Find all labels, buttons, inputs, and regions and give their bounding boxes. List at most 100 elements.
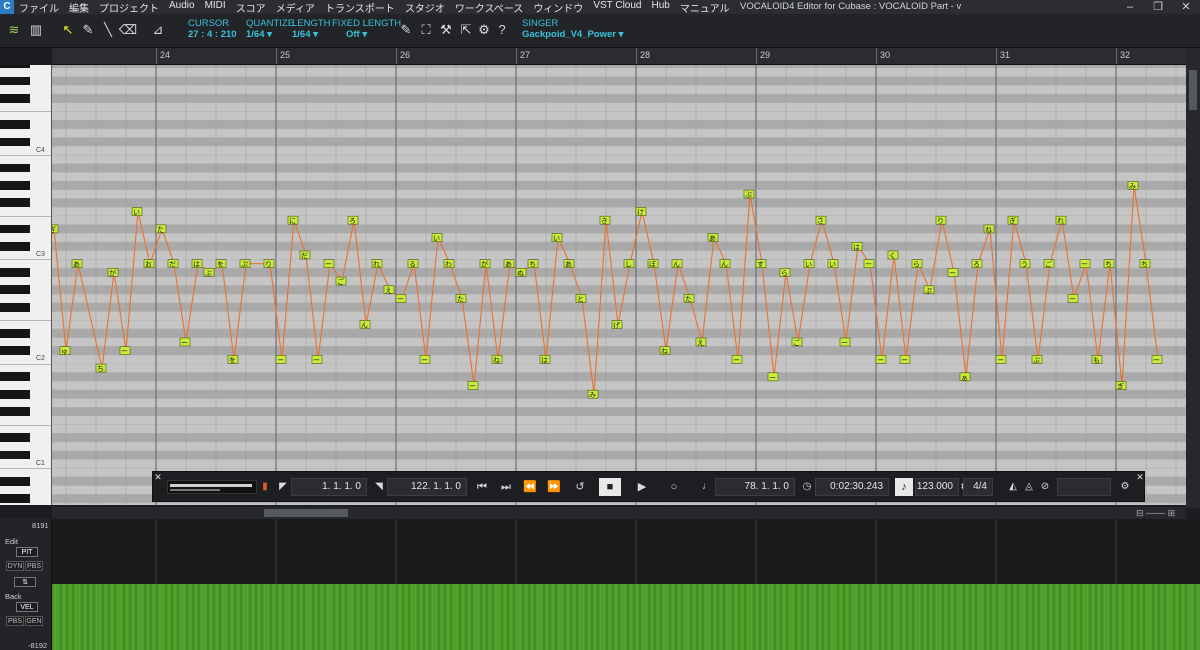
go-to-end-icon[interactable]: ⏭ <box>495 478 517 496</box>
note[interactable]: い <box>551 233 563 243</box>
black-key[interactable] <box>0 241 30 251</box>
horizontal-scroll-thumb[interactable] <box>264 509 348 517</box>
note[interactable]: を <box>227 355 239 364</box>
note[interactable]: る <box>407 259 419 269</box>
menu-item[interactable]: Hub <box>647 0 675 15</box>
transport-close-left-icon[interactable]: ✕ <box>153 472 163 482</box>
note[interactable]: と <box>575 294 587 304</box>
note[interactable]: ー <box>839 337 851 347</box>
note[interactable]: を <box>215 259 227 269</box>
go-to-start-icon[interactable]: ⏮ <box>471 478 493 496</box>
fast-forward-icon[interactable]: ⏩ <box>543 478 565 496</box>
note[interactable]: ー <box>323 259 335 269</box>
note[interactable]: ん <box>671 259 683 269</box>
menu-item[interactable]: ウィンドウ <box>528 0 588 15</box>
black-key[interactable] <box>0 285 30 295</box>
black-key[interactable] <box>0 137 30 147</box>
note[interactable]: ー <box>995 355 1007 364</box>
export-icon[interactable]: ⇱ <box>456 20 476 40</box>
close-icon[interactable]: ✕ <box>1172 0 1200 14</box>
note[interactable]: が <box>107 268 119 277</box>
black-key[interactable] <box>0 181 30 190</box>
note[interactable]: ぶ <box>1031 355 1043 364</box>
fixed-length-value[interactable]: Off ▾ <box>332 29 401 40</box>
black-key[interactable] <box>0 76 30 86</box>
stop-icon[interactable]: ■ <box>599 478 621 496</box>
note[interactable]: ん <box>719 259 731 269</box>
rewind-icon[interactable]: ⏪ <box>519 478 541 496</box>
tempo-field[interactable]: 123.000 <box>915 478 959 496</box>
menu-item[interactable]: プロジェクト <box>94 0 164 15</box>
note[interactable]: え <box>695 337 707 347</box>
note[interactable]: た <box>155 224 167 234</box>
note[interactable]: ろ <box>347 215 359 225</box>
hammer-icon[interactable]: ⚒ <box>436 20 456 40</box>
menu-item[interactable]: ファイル <box>14 0 64 15</box>
signature-field[interactable]: 4/4 <box>963 478 993 496</box>
bar-ruler[interactable]: 24 25 26 27 28 29 30 31 32 <box>52 48 1186 65</box>
note[interactable]: は <box>851 242 863 251</box>
black-key[interactable] <box>0 94 30 103</box>
menu-item[interactable]: スコア <box>231 0 271 15</box>
note[interactable]: ね <box>983 224 995 234</box>
note[interactable]: ー <box>899 355 911 364</box>
note[interactable]: ー <box>119 346 131 356</box>
menu-item[interactable]: VST Cloud <box>588 0 646 15</box>
note[interactable]: く <box>887 250 899 260</box>
singer-value[interactable]: Gackpoid_V4_Power ▾ <box>522 29 623 40</box>
black-key[interactable] <box>0 346 30 356</box>
transport-gear-icon[interactable]: ⚙ <box>1117 478 1133 496</box>
menu-item[interactable]: メディア <box>271 0 320 15</box>
note[interactable]: ー <box>395 294 407 304</box>
note[interactable]: さ <box>815 215 827 225</box>
vertical-scroll-thumb[interactable] <box>1189 70 1197 110</box>
note[interactable]: ぎ <box>1007 215 1019 225</box>
lane-canvas[interactable] <box>52 519 1200 650</box>
back-param-select[interactable]: VEL <box>16 602 38 612</box>
note[interactable]: ご <box>1043 259 1055 269</box>
black-key[interactable] <box>0 433 30 443</box>
gen-button[interactable]: GEN <box>25 616 43 626</box>
menu-item[interactable]: 編集 <box>64 0 94 15</box>
left-locator-field[interactable]: 1. 1. 1. 0 <box>291 478 367 496</box>
note[interactable]: ー <box>1067 294 1079 304</box>
note[interactable]: あ <box>71 259 83 269</box>
note[interactable]: ー <box>467 381 479 391</box>
note[interactable]: れ <box>371 259 383 269</box>
note[interactable]: だ <box>299 250 311 260</box>
note[interactable]: ん <box>359 320 371 330</box>
swap-lanes-icon[interactable]: ⇅ <box>14 577 36 587</box>
menu-item[interactable]: MIDI <box>200 0 231 15</box>
precount-icon[interactable]: ◬ <box>1021 478 1037 496</box>
left-locator-icon[interactable]: ◤ <box>275 478 291 496</box>
maximize-icon[interactable]: ❐ <box>1144 0 1172 14</box>
horizontal-scrollbar[interactable] <box>52 507 1186 519</box>
menu-item[interactable]: マニュアル <box>675 0 735 15</box>
cycle-icon[interactable]: ↺ <box>569 478 591 496</box>
fixed-length-select[interactable]: FIXED LENGTH Off ▾ <box>332 18 401 40</box>
black-key[interactable] <box>0 476 30 486</box>
black-key[interactable] <box>0 372 30 382</box>
note[interactable]: う <box>1019 259 1031 269</box>
dyn-button[interactable]: DYN <box>6 561 24 571</box>
length-value[interactable]: 1/64 ▾ <box>292 29 331 40</box>
black-key[interactable] <box>0 494 30 503</box>
app-logo-icon[interactable]: C <box>0 0 14 14</box>
control-lane[interactable] <box>52 519 1200 650</box>
note[interactable]: ぁ <box>959 372 971 382</box>
note[interactable]: ぷ <box>923 285 935 295</box>
note[interactable]: れ <box>1055 215 1067 225</box>
note[interactable]: あ <box>707 233 719 243</box>
pbs-back-button[interactable]: PBS <box>6 616 24 626</box>
menu-item[interactable]: Audio <box>164 0 200 15</box>
black-key[interactable] <box>0 389 30 399</box>
note[interactable]: ー <box>179 337 191 347</box>
position-bars-field[interactable]: 78. 1. 1. 0 <box>715 478 795 496</box>
note[interactable]: ろ <box>971 259 983 269</box>
pointer-tool-icon[interactable]: ↖ <box>58 20 78 40</box>
note[interactable]: い <box>431 233 443 243</box>
note[interactable]: ち <box>527 259 539 269</box>
black-key[interactable] <box>0 163 30 173</box>
note[interactable]: い <box>827 259 839 269</box>
help-icon[interactable]: ? <box>492 20 512 40</box>
